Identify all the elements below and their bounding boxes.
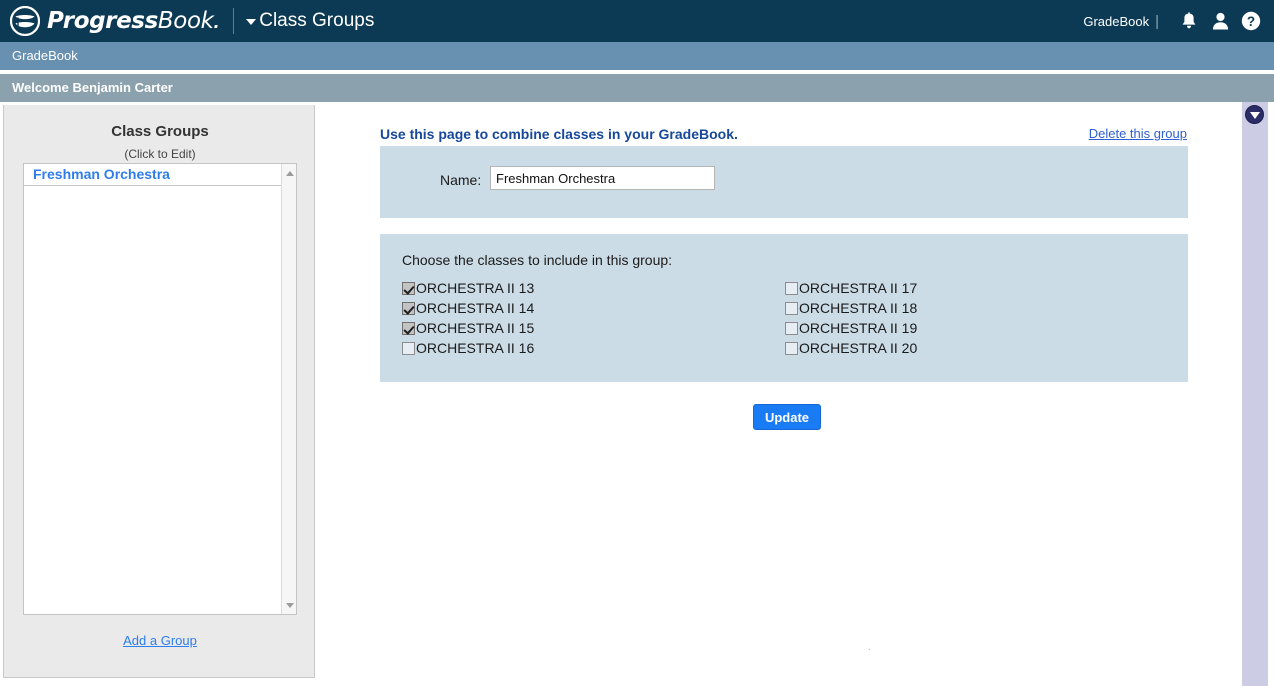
class-checkbox-row[interactable]: ORCHESTRA II 13 (402, 278, 534, 298)
class-checkbox-label: ORCHESTRA II 15 (416, 320, 535, 336)
class-groups-listbox[interactable]: Freshman Orchestra (23, 163, 297, 615)
topbar-right-cluster: GradeBook | ? (1083, 0, 1274, 42)
class-checkbox-label: ORCHESTRA II 14 (416, 300, 535, 316)
sidebar-title: Class Groups (111, 123, 209, 140)
brand-secondary: Book (157, 8, 214, 34)
group-name-panel: Name: (380, 146, 1188, 218)
update-button[interactable]: Update (753, 404, 821, 430)
triangle-down-glyph (1249, 111, 1260, 119)
add-group-link[interactable]: Add a Group (123, 633, 197, 648)
page-menu-dropdown[interactable]: Class Groups (246, 10, 374, 32)
svg-text:?: ? (1247, 14, 1255, 29)
progressbook-logo-icon (10, 6, 40, 36)
group-name-input[interactable] (490, 166, 715, 190)
checkbox-unchecked-icon[interactable] (785, 321, 798, 335)
brand-logo[interactable]: ProgressBook. (0, 0, 220, 42)
name-label: Name: (440, 172, 482, 188)
chevron-down-circle-icon[interactable] (1245, 105, 1264, 124)
brand-dot: . (213, 13, 220, 32)
class-checkbox-column-right: ORCHESTRA II 17 ORCHESTRA II 18 ORCHESTR… (785, 278, 917, 358)
class-checkbox-label: ORCHESTRA II 16 (416, 340, 535, 356)
class-groups-sidebar: Class Groups (Click to Edit) Freshman Or… (3, 105, 315, 678)
bell-icon-glyph (1182, 11, 1196, 28)
class-checkbox-label: ORCHESTRA II 17 (799, 280, 918, 296)
class-checkbox-row[interactable]: ORCHESTRA II 16 (402, 338, 534, 358)
class-checkbox-label: ORCHESTRA II 18 (799, 300, 918, 316)
add-group-container: Add a Group (4, 633, 316, 648)
application-window: ProgressBook. Class Groups GradeBook | ?… (0, 0, 1274, 686)
nav-divider (233, 8, 235, 34)
list-item[interactable]: Freshman Orchestra (24, 164, 282, 186)
user-icon-glyph (1212, 12, 1228, 30)
sidebar-subtitle: (Click to Edit) (124, 147, 196, 161)
checkbox-unchecked-icon[interactable] (785, 301, 798, 315)
page-title: Use this page to combine classes in your… (380, 126, 738, 142)
class-checkbox-row[interactable]: ORCHESTRA II 17 (785, 278, 917, 298)
scroll-up-arrow-icon[interactable] (282, 166, 296, 180)
listbox-scrollbar[interactable] (281, 164, 296, 614)
brand-wordmark: ProgressBook. (47, 8, 220, 34)
class-checkbox-label: ORCHESTRA II 19 (799, 320, 918, 336)
brand-primary: Progress (47, 8, 158, 34)
footer-mark: . (868, 642, 871, 653)
help-icon[interactable]: ? (1240, 10, 1262, 32)
checkbox-checked-icon[interactable] (402, 281, 415, 295)
checkbox-checked-icon[interactable] (402, 301, 415, 315)
scroll-down-arrow-icon[interactable] (282, 598, 296, 612)
user-icon[interactable] (1209, 10, 1231, 32)
module-bar-label[interactable]: GradeBook (12, 48, 78, 63)
class-groups-list: Freshman Orchestra (24, 164, 282, 614)
main-panel: Use this page to combine classes in your… (316, 102, 1242, 686)
class-checkbox-row[interactable]: ORCHESTRA II 14 (402, 298, 534, 318)
triangle-up-glyph (285, 170, 294, 176)
triangle-down-glyph (285, 602, 294, 608)
help-icon-glyph: ? (1241, 11, 1261, 31)
class-selection-panel: Choose the classes to include in this gr… (380, 234, 1188, 382)
welcome-bar: Welcome Benjamin Carter (0, 74, 1274, 102)
top-navigation-bar: ProgressBook. Class Groups GradeBook | ? (0, 0, 1274, 42)
class-checkbox-column-left: ORCHESTRA II 13 ORCHESTRA II 14 ORCHESTR… (402, 278, 534, 358)
chevron-down-icon (246, 19, 257, 25)
class-checkbox-label: ORCHESTRA II 20 (799, 340, 918, 356)
class-checkbox-label: ORCHESTRA II 13 (416, 280, 535, 296)
right-rail (1242, 102, 1268, 686)
checkbox-checked-icon[interactable] (402, 321, 415, 335)
current-context-label: GradeBook (1083, 13, 1150, 29)
delete-group-link[interactable]: Delete this group (1089, 126, 1187, 141)
class-checkbox-row[interactable]: ORCHESTRA II 15 (402, 318, 534, 338)
module-bar: GradeBook (0, 42, 1274, 70)
page-menu-label: Class Groups (259, 10, 375, 31)
class-checkbox-row[interactable]: ORCHESTRA II 20 (785, 338, 917, 358)
bell-icon[interactable] (1178, 10, 1200, 32)
content-area: Class Groups (Click to Edit) Freshman Or… (0, 102, 1274, 686)
class-checkbox-row[interactable]: ORCHESTRA II 19 (785, 318, 917, 338)
welcome-message: Welcome Benjamin Carter (12, 80, 173, 95)
topbar-separator: | (1155, 12, 1159, 30)
choose-classes-label: Choose the classes to include in this gr… (402, 252, 673, 268)
checkbox-unchecked-icon[interactable] (785, 281, 798, 295)
class-checkbox-row[interactable]: ORCHESTRA II 18 (785, 298, 917, 318)
checkbox-unchecked-icon[interactable] (785, 341, 798, 355)
list-item-label: Freshman Orchestra (33, 166, 170, 182)
checkbox-unchecked-icon[interactable] (402, 341, 415, 355)
